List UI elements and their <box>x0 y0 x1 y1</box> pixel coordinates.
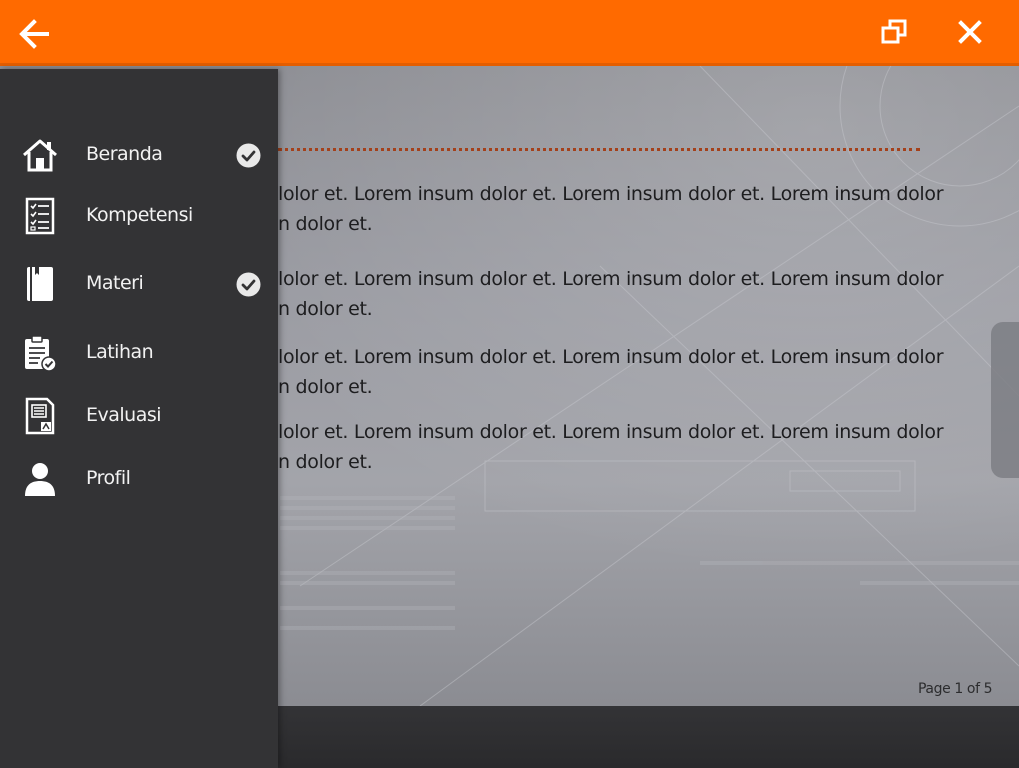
paragraph-1-line-1: lolor et. Lorem insum dolor et. Lorem in… <box>278 183 944 205</box>
checklist-icon <box>20 196 60 236</box>
sidebar-item-label: Beranda <box>86 143 163 165</box>
section-divider <box>278 148 920 151</box>
paragraph-3: lolor et. Lorem insum dolor et. Lorem in… <box>278 342 944 402</box>
sidebar-item-label: Kompetensi <box>86 204 193 226</box>
paragraph-1-line-2: n dolor et. <box>278 213 373 235</box>
back-button[interactable] <box>12 12 56 56</box>
check-circle-icon <box>236 143 261 168</box>
arrow-left-icon <box>19 19 49 49</box>
sidebar-item-latihan[interactable]: Latihan <box>0 327 278 379</box>
page-side-handle[interactable] <box>991 322 1019 478</box>
sidebar-item-label: Materi <box>86 272 144 294</box>
sidebar-item-label: Latihan <box>86 341 154 363</box>
close-icon <box>958 20 982 44</box>
sidebar: Beranda Kompetensi Materi Latihan Evalua… <box>0 69 278 768</box>
restore-window-button[interactable] <box>873 12 917 52</box>
page-indicator: Page 1 of 5 <box>918 681 993 697</box>
sidebar-item-beranda[interactable]: Beranda <box>0 129 278 181</box>
paragraph-2-line-2: n dolor et. <box>278 298 373 320</box>
sidebar-item-materi[interactable]: Materi <box>0 258 278 310</box>
close-button[interactable] <box>948 12 992 52</box>
title-bar <box>0 0 1019 66</box>
sidebar-item-label: Profil <box>86 467 131 489</box>
document-edit-icon <box>20 396 60 436</box>
paragraph-2-line-1: lolor et. Lorem insum dolor et. Lorem in… <box>278 268 944 290</box>
check-circle-icon <box>236 272 261 297</box>
paragraph-3-line-2: n dolor et. <box>278 376 373 398</box>
sidebar-item-profil[interactable]: Profil <box>0 453 278 505</box>
paragraph-1: lolor et. Lorem insum dolor et. Lorem in… <box>278 179 944 239</box>
restore-window-icon <box>881 19 907 44</box>
sidebar-item-evaluasi[interactable]: Evaluasi <box>0 390 278 442</box>
book-icon <box>20 264 60 304</box>
clipboard-check-icon <box>20 333 60 373</box>
home-icon <box>20 135 60 175</box>
sidebar-item-kompetensi[interactable]: Kompetensi <box>0 190 278 242</box>
paragraph-4: lolor et. Lorem insum dolor et. Lorem in… <box>278 417 944 477</box>
paragraph-2: lolor et. Lorem insum dolor et. Lorem in… <box>278 264 944 324</box>
paragraph-4-line-2: n dolor et. <box>278 451 373 473</box>
sidebar-item-label: Evaluasi <box>86 404 162 426</box>
user-icon <box>20 459 60 499</box>
paragraph-3-line-1: lolor et. Lorem insum dolor et. Lorem in… <box>278 346 944 368</box>
paragraph-4-line-1: lolor et. Lorem insum dolor et. Lorem in… <box>278 421 944 443</box>
